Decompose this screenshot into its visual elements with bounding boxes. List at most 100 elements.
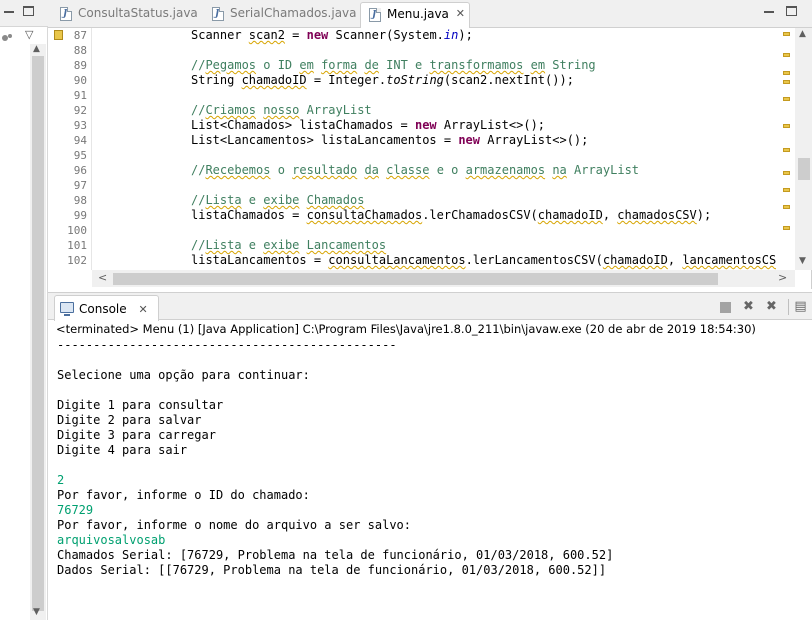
line-number: 92 (73, 104, 87, 117)
console-process-status: <terminated> Menu (1) [Java Application]… (56, 322, 756, 336)
code-comment: //Recebemos o resultado da classe e o ar… (191, 163, 640, 177)
line-number: 96 (73, 164, 87, 177)
code-line: String chamadoID = Integer.toString(scan… (191, 73, 574, 87)
scrollbar-thumb[interactable] (113, 273, 718, 285)
scroll-up-icon[interactable]: ▲ (33, 44, 40, 54)
warning-marker-icon[interactable] (783, 226, 790, 230)
line-number: 101 (67, 239, 87, 252)
left-panel-toolbar (0, 0, 48, 27)
package-icon[interactable] (0, 31, 14, 45)
code-area[interactable]: Scanner scan2 = new Scanner(System.in); … (92, 28, 776, 270)
close-icon[interactable]: ✕ (138, 303, 147, 316)
console-input-line: 76729 (57, 503, 94, 517)
warning-marker-icon[interactable] (783, 53, 790, 57)
tab-label: ConsultaStatus.java (78, 6, 198, 20)
console-output-line: Digite 3 para carregar (57, 428, 216, 442)
warning-marker-icon[interactable] (783, 171, 790, 175)
line-number: 95 (73, 149, 87, 162)
console-output-line: Chamados Serial: [76729, Problema na tel… (57, 548, 614, 562)
minimize-icon[interactable] (764, 11, 774, 13)
code-editor[interactable]: 87 88 89 90 91 92 93 94 95 96 97 98 99 100 101 102 Scan… (48, 28, 812, 289)
clear-console-icon[interactable]: ▤ (794, 300, 807, 313)
console-input-line: arquivosalvosab (57, 533, 166, 547)
warning-marker-icon[interactable] (783, 148, 790, 152)
code-comment: //Lista e exibe Chamados (191, 193, 365, 207)
line-number: 100 (67, 224, 87, 237)
warning-marker-icon[interactable] (783, 32, 790, 36)
tab-console[interactable]: Console ✕ (54, 295, 159, 321)
line-number: 98 (73, 194, 87, 207)
console-output-line: Por favor, informe o nome do arquivo a s… (57, 518, 412, 532)
scrollbar-thumb[interactable] (798, 158, 810, 180)
editor-tab-bar: J ConsultaStatus.java J SerialChamados.j… (48, 0, 812, 28)
tab-label: SerialChamados.java (230, 6, 357, 20)
tab-serialchamados[interactable]: J SerialChamados.java (204, 2, 357, 28)
console-output-line: ----------------------------------------… (57, 338, 397, 352)
console-output-line: Digite 1 para consultar (57, 398, 224, 412)
line-number: 99 (73, 209, 87, 222)
scroll-up-icon[interactable]: ▲ (799, 29, 806, 39)
code-comment: //Criamos nosso ArrayList (191, 103, 372, 117)
java-file-icon: J (369, 8, 381, 22)
close-icon[interactable]: ✕ (456, 7, 465, 20)
tab-label: Menu.java (387, 7, 449, 21)
remove-launch-icon[interactable]: ✖ (742, 300, 755, 313)
left-side-panel: ▽ ▲ ▼ (0, 0, 48, 620)
line-number-gutter: 87 88 89 90 91 92 93 94 95 96 97 98 99 100 101 102 (48, 28, 92, 270)
line-number: 87 (73, 29, 87, 42)
scroll-right-icon[interactable]: > (778, 271, 787, 284)
line-number: 89 (73, 59, 87, 72)
warning-marker-icon[interactable] (783, 97, 790, 101)
console-view-header: Console ✕ ✖ ✖ ▤ (48, 292, 812, 321)
java-file-icon: J (60, 7, 72, 21)
console-output-line: Digite 2 para salvar (57, 413, 202, 427)
tab-menu[interactable]: J Menu.java ✕ (360, 2, 470, 28)
code-line: listaChamados = consultaChamados.lerCham… (191, 208, 712, 222)
tab-consultastatus[interactable]: J ConsultaStatus.java (52, 2, 200, 28)
warning-marker-icon[interactable] (783, 124, 790, 128)
console-tab-label: Console (79, 302, 127, 316)
console-output-area[interactable]: ----------------------------------------… (48, 338, 812, 620)
overview-ruler[interactable] (779, 28, 795, 270)
line-number: 97 (73, 179, 87, 192)
console-input-line: 2 (57, 473, 65, 487)
code-line: Scanner scan2 = new Scanner(System.in); (191, 28, 473, 42)
warning-marker-icon[interactable] (783, 205, 790, 209)
code-line: listaLancamentos = consultaLancamentos.l… (191, 253, 776, 267)
code-comment: //Lista e exibe Lancamentos (191, 238, 387, 252)
left-panel-scrollbar[interactable]: ▲ ▼ (30, 44, 46, 620)
maximize-icon[interactable] (23, 6, 34, 16)
line-number: 94 (73, 134, 87, 147)
line-number: 90 (73, 74, 87, 87)
line-number: 91 (73, 89, 87, 102)
warning-marker-icon[interactable] (783, 188, 790, 192)
scroll-down-icon[interactable]: ▼ (799, 256, 806, 266)
code-line: List<Lancamentos> listaLancamentos = new… (191, 133, 589, 147)
maximize-icon[interactable] (786, 6, 797, 16)
console-output-line: Digite 4 para sair (57, 443, 188, 457)
toolbar-separator (788, 299, 789, 315)
line-number: 88 (73, 44, 87, 57)
warning-marker-icon[interactable] (783, 71, 790, 75)
line-number: 102 (67, 254, 87, 267)
remove-all-launches-icon[interactable]: ✖ (765, 300, 778, 313)
code-line: List<Chamados> listaChamados = new Array… (191, 118, 546, 132)
scroll-down-icon[interactable]: ▼ (33, 607, 40, 617)
editor-horizontal-scrollbar[interactable]: < > (92, 270, 795, 287)
scrollbar-thumb[interactable] (32, 56, 44, 611)
console-monitor-icon (60, 302, 74, 316)
minimize-icon[interactable] (4, 11, 14, 13)
console-output-line: Dados Serial: [[76729, Problema na tela … (57, 563, 607, 577)
chevron-down-icon[interactable]: ▽ (25, 28, 33, 41)
java-file-icon: J (212, 7, 224, 21)
console-output-line: Selecione uma opção para continuar: (57, 368, 310, 382)
line-number: 93 (73, 119, 87, 132)
terminate-icon[interactable] (720, 302, 731, 313)
console-output-line: Por favor, informe o ID do chamado: (57, 488, 310, 502)
warning-marker-icon[interactable] (783, 80, 790, 84)
scroll-left-icon[interactable]: < (98, 271, 107, 284)
editor-vertical-scrollbar[interactable]: ▲ ▼ (795, 28, 812, 270)
